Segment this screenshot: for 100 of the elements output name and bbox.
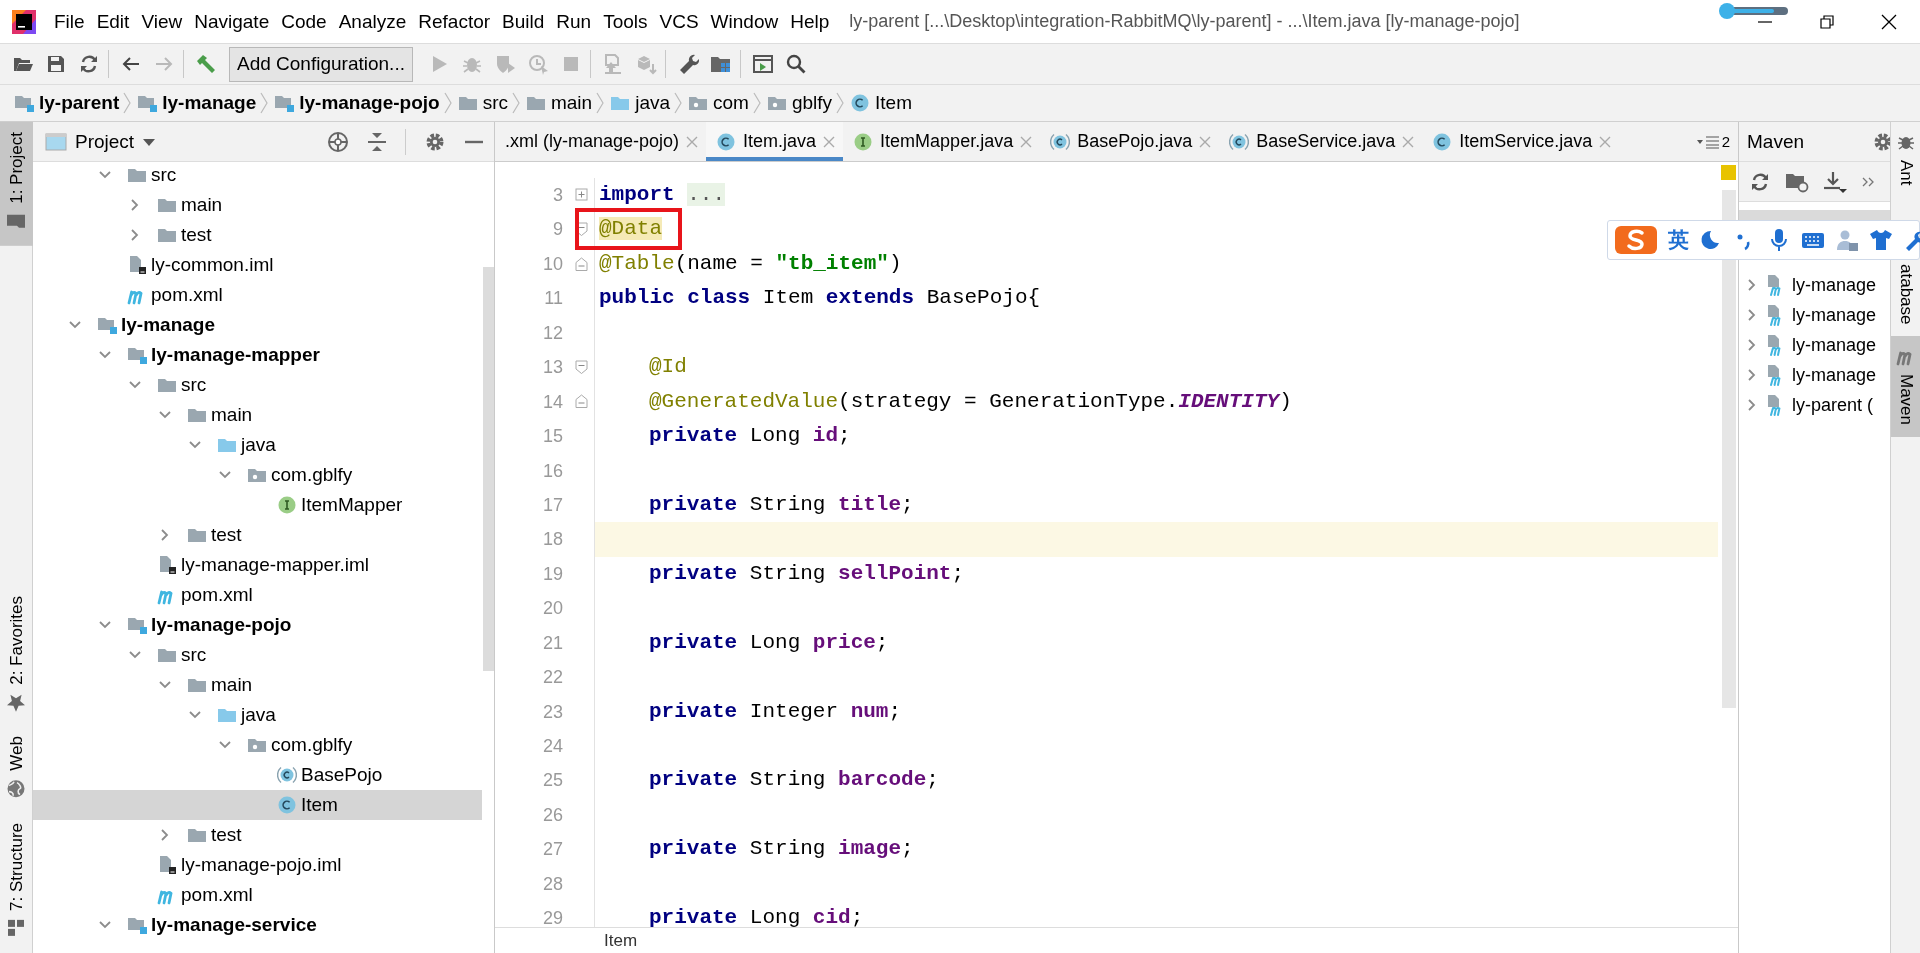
scrollbar-thumb[interactable] [1722, 190, 1736, 708]
breadcrumb-item[interactable]: ly-manage [137, 92, 257, 114]
tree-item[interactable]: ly-parent ( [1739, 390, 1890, 420]
breadcrumb-item[interactable]: gblfy [766, 92, 833, 114]
tree-item[interactable]: pom.xml [33, 280, 482, 310]
editor-tab[interactable]: ItemMapper.java [843, 122, 1041, 161]
tree-item[interactable]: src [33, 640, 482, 670]
tree-item[interactable]: pom.xml [33, 880, 482, 910]
tree-item[interactable]: ly-manage [1739, 360, 1890, 390]
tree-item[interactable]: ly-manage-pojo [33, 610, 482, 640]
breadcrumb-item[interactable]: ly-manage-pojo [274, 92, 440, 114]
structure-icon [6, 919, 27, 939]
tree-item[interactable]: ly-manage-mapper.iml [33, 550, 482, 580]
tree-item[interactable]: ly-manage [33, 310, 482, 340]
breadcrumb-item[interactable]: main [525, 92, 593, 114]
menu-item[interactable]: Help [784, 10, 836, 33]
tree-item[interactable]: ItemMapper [33, 490, 482, 520]
tree-item[interactable]: ly-manage [1739, 270, 1890, 300]
tool-window-tab[interactable]: Web [0, 726, 33, 814]
breadcrumb-item[interactable]: ly-parent [14, 92, 120, 114]
double-chevron-icon[interactable] [1861, 175, 1875, 188]
tree-item[interactable]: ly-manage [1739, 300, 1890, 330]
tree-item[interactable]: ly-manage-service [33, 910, 482, 940]
tree-item[interactable]: ly-manage-mapper [33, 340, 482, 370]
tree-item[interactable]: main [33, 670, 482, 700]
collapse-icon[interactable] [367, 130, 387, 153]
breadcrumb-item[interactable]: src [457, 92, 508, 114]
menu-item[interactable]: Navigate [188, 10, 276, 33]
tree-item[interactable]: com.gblfy [33, 730, 482, 760]
menu-item[interactable]: Run [550, 10, 598, 33]
editor-tab[interactable]: ItemService.java [1422, 122, 1620, 161]
breadcrumb-item[interactable]: Item [850, 92, 912, 114]
tool-window-tab[interactable]: 7: Structure [0, 813, 33, 953]
tool-window-tab[interactable]: atabase [1891, 197, 1920, 337]
menu-item[interactable]: Refactor [412, 10, 497, 33]
tree-item[interactable]: ly-common.iml [33, 250, 482, 280]
restore-icon[interactable] [1818, 12, 1836, 31]
tree-item[interactable]: main [33, 190, 482, 220]
download-icon[interactable] [1823, 170, 1847, 193]
save-icon[interactable] [45, 53, 67, 75]
breadcrumb-item[interactable]: com [688, 92, 749, 114]
minimize-icon[interactable] [1756, 19, 1774, 24]
menu-item[interactable]: Window [704, 10, 785, 33]
tree-item[interactable]: test [33, 820, 482, 850]
menu-item[interactable]: Build [496, 10, 551, 33]
tree-item[interactable]: java [33, 430, 482, 460]
language-toggle[interactable]: 英 [1668, 226, 1689, 254]
menu-item[interactable]: Code [275, 10, 333, 33]
panel-title[interactable]: Project [75, 130, 135, 153]
hammer-icon[interactable] [195, 53, 217, 75]
logo-icon[interactable] [1614, 225, 1658, 255]
scrollbar-thumb[interactable] [483, 267, 494, 671]
tree-item[interactable]: ly-manage [1739, 330, 1890, 360]
editor-tab[interactable]: BaseService.java [1219, 122, 1423, 161]
tab-list-button[interactable]: 2 [1695, 122, 1738, 161]
menu-item[interactable]: VCS [653, 10, 705, 33]
tree-item[interactable]: com.gblfy [33, 460, 482, 490]
breadcrumb-item[interactable]: java [610, 92, 670, 114]
menu-item[interactable]: Edit [90, 10, 136, 33]
tree-item[interactable]: ly-manage-pojo.iml [33, 850, 482, 880]
breadcrumb-item[interactable]: Item [604, 931, 638, 950]
tool-window-tab[interactable]: 2: Favorites [0, 585, 33, 727]
dropdown-caret-icon[interactable] [142, 136, 157, 147]
shirt-icon[interactable] [1869, 228, 1893, 252]
tool-window-tab[interactable]: Maven [1891, 336, 1920, 438]
person-icon[interactable] [1835, 228, 1859, 252]
menu-item[interactable]: Tools [597, 10, 654, 33]
file-icon [157, 555, 177, 575]
fold-icon[interactable] [575, 359, 588, 375]
sync-icon[interactable] [78, 53, 100, 75]
tree-item[interactable]: src [33, 370, 482, 400]
app-logo-icon [12, 9, 36, 34]
class-icon [277, 795, 297, 815]
window-play-icon[interactable] [751, 53, 774, 75]
line-number: 21 [541, 631, 563, 655]
close-icon[interactable] [1880, 12, 1898, 31]
code-line: private String barcode; [648, 767, 939, 794]
editor-tab[interactable]: Item.java [706, 122, 844, 161]
tree-item[interactable]: test [33, 520, 482, 550]
tree-item[interactable]: java [33, 700, 482, 730]
editor-tab[interactable]: BasePojo.java [1040, 122, 1220, 161]
tree-item[interactable]: main [33, 400, 482, 430]
tree-item[interactable]: BasePojo [33, 760, 482, 790]
fold-icon[interactable] [575, 187, 588, 203]
fold-icon[interactable] [575, 394, 588, 410]
menu-item[interactable]: File [48, 10, 91, 33]
warning-marker[interactable] [1721, 165, 1736, 180]
tree-item[interactable]: src [33, 160, 482, 190]
menu-item[interactable]: Analyze [332, 10, 413, 33]
tool-window-tab[interactable]: Ant [1891, 122, 1920, 198]
search-icon[interactable] [784, 53, 807, 75]
editor-tab[interactable]: .xml (ly-manage-pojo) [495, 122, 707, 161]
crosshair-icon[interactable] [327, 130, 349, 153]
tree-item[interactable]: test [33, 220, 482, 250]
tree-item[interactable]: Item [33, 790, 482, 820]
configuration-button[interactable]: Add Configuration... [229, 46, 413, 82]
tree-item[interactable]: pom.xml [33, 580, 482, 610]
menu-item[interactable]: View [135, 10, 189, 33]
fold-icon[interactable] [575, 256, 588, 272]
tool-window-tab[interactable]: 1: Project [0, 122, 33, 246]
